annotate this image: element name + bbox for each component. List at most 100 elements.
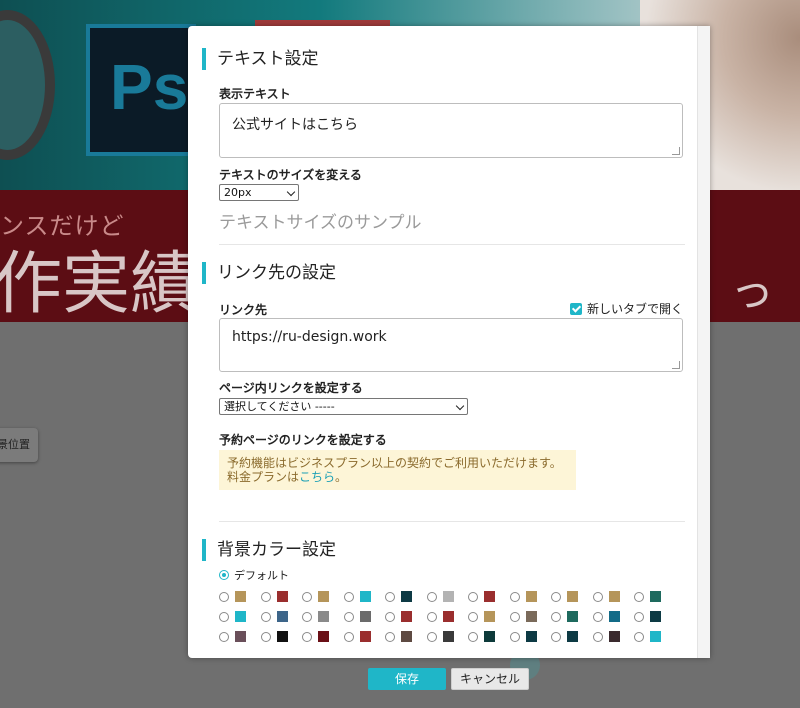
page-link-select[interactable]: 選択してください ----- <box>219 398 468 415</box>
color-swatch-option[interactable] <box>592 631 633 645</box>
radio-icon[interactable] <box>426 632 437 642</box>
color-swatch-option[interactable] <box>426 591 467 605</box>
radio-icon[interactable] <box>551 632 561 642</box>
color-chip <box>401 631 412 642</box>
color-swatch-option[interactable] <box>551 591 591 605</box>
radio-icon[interactable] <box>468 632 478 642</box>
color-swatch-option[interactable] <box>509 631 550 645</box>
color-swatch-option[interactable] <box>302 631 342 645</box>
section-title-bg-color: 背景カラー設定 <box>202 539 336 561</box>
link-url-value: https://ru-design.work <box>232 329 387 345</box>
color-chip <box>359 631 371 642</box>
radio-icon[interactable] <box>385 612 395 622</box>
color-chip <box>650 611 661 622</box>
color-swatch-option[interactable] <box>551 631 591 645</box>
section-title-text-settings: テキスト設定 <box>202 48 319 70</box>
radio-icon[interactable] <box>592 612 603 622</box>
divider <box>219 244 685 245</box>
default-color-radio[interactable]: デフォルト <box>219 567 289 583</box>
color-swatch-option[interactable] <box>634 631 674 645</box>
radio-icon[interactable] <box>426 612 437 622</box>
radio-icon[interactable] <box>219 632 229 642</box>
radio-icon[interactable] <box>302 592 312 602</box>
radio-icon[interactable] <box>343 632 354 642</box>
new-tab-checkbox[interactable]: 新しいタブで開く <box>570 300 683 317</box>
display-text-input[interactable]: 公式サイトはこちら <box>219 103 683 158</box>
radio-icon[interactable] <box>260 632 271 642</box>
page-link-value: 選択してください ----- <box>224 400 335 413</box>
link-label: リンク先 <box>219 303 268 317</box>
text-size-select[interactable]: 20px <box>219 184 299 201</box>
color-swatch-option[interactable] <box>343 611 384 625</box>
radio-icon[interactable] <box>509 592 520 602</box>
radio-icon[interactable] <box>302 632 312 642</box>
radio-icon[interactable] <box>260 612 271 622</box>
color-swatch-option[interactable] <box>260 611 301 625</box>
color-swatch-option[interactable] <box>343 591 384 605</box>
color-swatch-option[interactable] <box>219 591 259 605</box>
cancel-button[interactable]: キャンセル <box>451 668 529 690</box>
radio-icon[interactable] <box>302 612 312 622</box>
radio-icon[interactable] <box>343 592 354 602</box>
radio-icon[interactable] <box>592 632 603 642</box>
radio-icon[interactable] <box>509 632 520 642</box>
color-swatch-option[interactable] <box>468 611 508 625</box>
radio-selected-icon[interactable] <box>219 570 229 580</box>
color-chip <box>525 591 537 602</box>
color-swatch-option[interactable] <box>302 591 342 605</box>
color-swatch-option[interactable] <box>219 611 259 625</box>
color-swatch-option[interactable] <box>592 591 633 605</box>
notice-period: 。 <box>335 470 348 484</box>
radio-icon[interactable] <box>343 612 354 622</box>
color-swatch-option[interactable] <box>302 611 342 625</box>
color-swatch-option[interactable] <box>260 591 301 605</box>
color-swatch-option[interactable] <box>385 611 425 625</box>
resize-handle-icon[interactable] <box>672 147 680 155</box>
color-chip <box>484 591 495 602</box>
radio-icon[interactable] <box>385 632 395 642</box>
color-swatch-option[interactable] <box>468 591 508 605</box>
radio-icon[interactable] <box>426 592 437 602</box>
chevron-down-icon <box>455 401 465 411</box>
color-swatch-option[interactable] <box>509 591 550 605</box>
color-swatch-option[interactable] <box>426 631 467 645</box>
resize-handle-icon[interactable] <box>672 361 680 369</box>
radio-icon[interactable] <box>260 592 271 602</box>
checkbox-checked-icon[interactable] <box>570 303 582 315</box>
color-swatch-option[interactable] <box>426 611 467 625</box>
radio-icon[interactable] <box>634 612 644 622</box>
notice-line-2: 料金プランはこちら。 <box>227 470 568 484</box>
new-tab-label: 新しいタブで開く <box>587 302 684 316</box>
radio-icon[interactable] <box>551 612 561 622</box>
color-chip <box>318 591 329 602</box>
pricing-plan-link[interactable]: こちら <box>299 470 335 484</box>
radio-icon[interactable] <box>219 612 229 622</box>
radio-icon[interactable] <box>551 592 561 602</box>
radio-icon[interactable] <box>385 592 395 602</box>
color-swatch-option[interactable] <box>343 631 384 645</box>
radio-icon[interactable] <box>509 612 520 622</box>
photoshop-logo-icon: Ps <box>86 24 196 156</box>
radio-icon[interactable] <box>634 632 644 642</box>
save-button[interactable]: 保存 <box>368 668 446 690</box>
radio-icon[interactable] <box>634 592 644 602</box>
modal-scrollbar[interactable] <box>697 26 710 658</box>
color-swatch-option[interactable] <box>634 591 674 605</box>
color-swatch-option[interactable] <box>592 611 633 625</box>
link-url-input[interactable]: https://ru-design.work <box>219 318 683 372</box>
color-chip <box>567 611 578 622</box>
display-text-value: 公式サイトはこちら <box>232 117 358 133</box>
color-swatch-option[interactable] <box>634 611 674 625</box>
radio-icon[interactable] <box>468 592 478 602</box>
color-swatch-option[interactable] <box>509 611 550 625</box>
color-swatch-option[interactable] <box>385 591 425 605</box>
color-swatch-option[interactable] <box>551 611 591 625</box>
color-chip <box>567 631 578 642</box>
color-swatch-option[interactable] <box>260 631 301 645</box>
radio-icon[interactable] <box>468 612 478 622</box>
color-swatch-option[interactable] <box>385 631 425 645</box>
radio-icon[interactable] <box>592 592 603 602</box>
color-swatch-option[interactable] <box>468 631 508 645</box>
color-swatch-option[interactable] <box>219 631 259 645</box>
radio-icon[interactable] <box>219 592 229 602</box>
